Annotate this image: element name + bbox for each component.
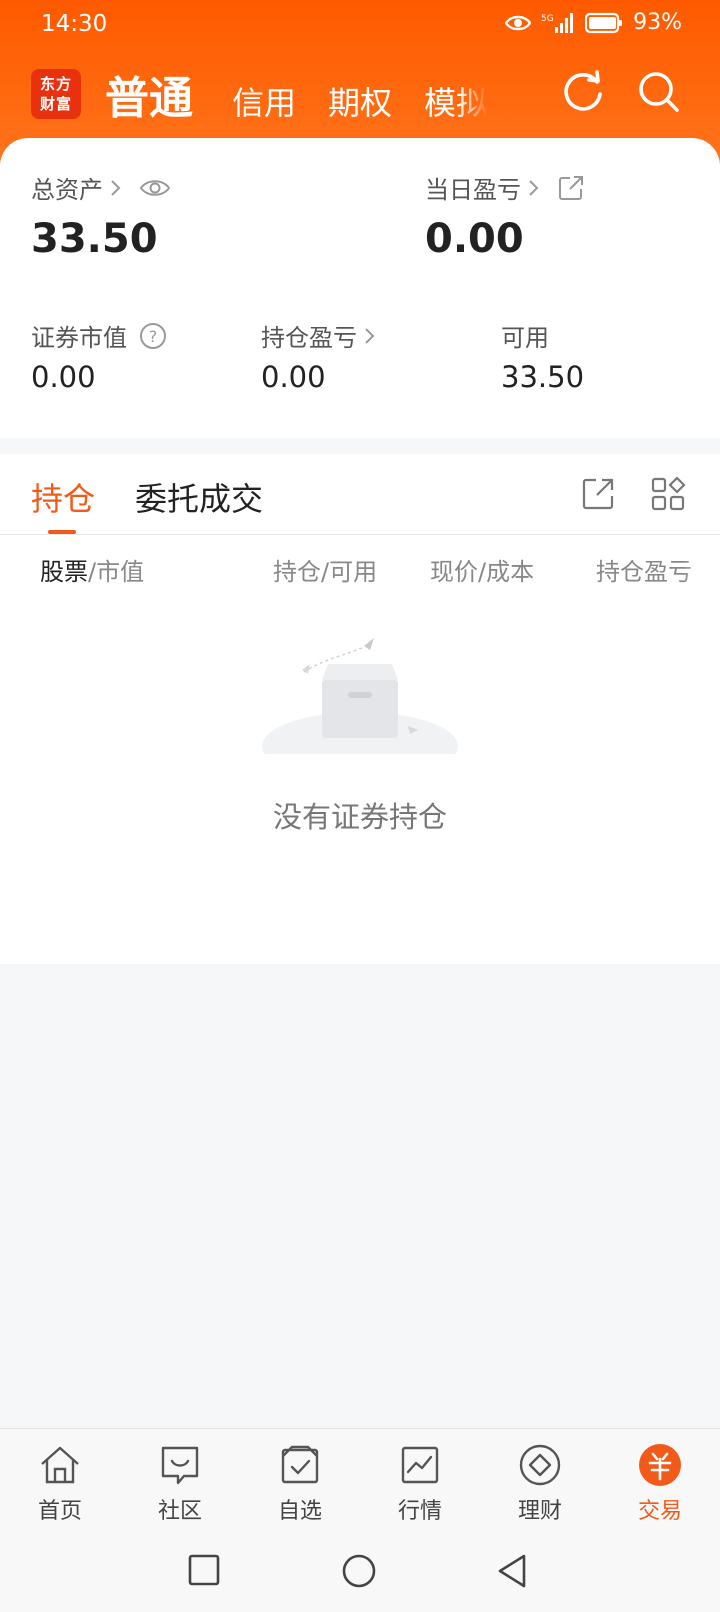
battery-icon	[585, 12, 623, 33]
market-value-label: 证券市值	[31, 324, 127, 352]
nav-community[interactable]: 社区	[130, 1443, 230, 1525]
position-pnl-label: 持仓盈亏	[261, 324, 357, 352]
logo-line1: 东方	[39, 75, 72, 93]
position-pnl-link[interactable]: 持仓盈亏	[261, 318, 377, 353]
tab-simulation[interactable]: 模拟	[424, 78, 488, 124]
system-navigation	[0, 1534, 720, 1612]
holdings-panel: 持仓 委托成交 股票/市值 持仓/可用 现价/成本 持仓盈亏 没有证券持仓	[0, 454, 720, 964]
empty-box-illustration	[262, 638, 458, 754]
share-external-icon[interactable]	[580, 476, 616, 512]
refresh-icon[interactable]	[559, 68, 607, 116]
nav-trade[interactable]: 交易	[610, 1443, 710, 1525]
battery-percent: 93%	[633, 10, 682, 35]
recents-icon[interactable]	[186, 1552, 224, 1590]
tab-orders-trades[interactable]: 委托成交	[135, 474, 263, 520]
account-summary-card: 总资产 33.50 当日盈亏 0.00 证券市值 ? 0.00 持仓盈亏 0.0…	[0, 138, 720, 438]
position-pnl-value: 0.00	[261, 360, 326, 394]
network-label: 5G	[541, 14, 554, 24]
back-icon[interactable]	[494, 1552, 532, 1590]
daily-pnl-link[interactable]: 当日盈亏	[425, 170, 585, 205]
svg-text:?: ?	[149, 327, 158, 346]
help-icon[interactable]: ?	[139, 322, 167, 350]
column-position-pnl[interactable]: 持仓盈亏	[596, 552, 720, 587]
nav-finance-label: 理财	[517, 1499, 562, 1524]
share-external-icon[interactable]	[557, 174, 585, 202]
daily-pnl-label: 当日盈亏	[425, 176, 521, 204]
logo-line2: 财富	[39, 95, 72, 113]
status-bar: 14:30 5G 93%	[0, 0, 720, 50]
nav-trade-label: 交易	[637, 1499, 682, 1524]
status-icons: 5G 93%	[505, 10, 682, 35]
status-time: 14:30	[41, 11, 108, 37]
tab-normal[interactable]: 普通	[105, 62, 193, 126]
column-stock[interactable]: 股票/市值	[40, 552, 144, 587]
search-icon[interactable]	[635, 68, 683, 116]
available-value: 33.50	[501, 360, 585, 394]
community-icon	[161, 1446, 199, 1485]
watchlist-icon	[281, 1445, 319, 1484]
tab-credit[interactable]: 信用	[232, 78, 296, 124]
nav-community-label: 社区	[157, 1499, 202, 1524]
signal-icon: 5G	[541, 12, 574, 33]
grid-apps-icon[interactable]	[650, 476, 686, 512]
account-type-nav: 东方 财富 普通 信用 期权 模拟	[0, 60, 720, 130]
nav-finance[interactable]: 理财	[490, 1443, 590, 1525]
finance-icon	[519, 1444, 561, 1486]
market-value-label-row: 证券市值 ?	[31, 318, 167, 353]
total-assets-value: 33.50	[31, 216, 158, 262]
nav-market[interactable]: 行情	[370, 1443, 470, 1525]
column-price[interactable]: 现价/成本	[430, 552, 534, 587]
tab-positions[interactable]: 持仓	[31, 474, 95, 520]
bottom-navigation: 首页 社区 自选 行情 理财 交易	[0, 1428, 720, 1534]
column-stock-label: 股票	[40, 558, 88, 586]
nav-home-label: 首页	[37, 1499, 82, 1524]
tab-options[interactable]: 期权	[328, 78, 392, 124]
nav-market-label: 行情	[397, 1499, 442, 1524]
empty-state-message: 没有证券持仓	[272, 800, 447, 834]
nav-watchlist[interactable]: 自选	[250, 1443, 350, 1525]
total-assets-label: 总资产	[31, 176, 103, 204]
tab-divider	[0, 534, 720, 535]
chevron-right-icon	[529, 179, 539, 196]
nav-home[interactable]: 首页	[10, 1443, 110, 1525]
nav-watchlist-label: 自选	[277, 1499, 322, 1524]
market-icon	[401, 1446, 439, 1484]
chevron-right-icon	[111, 179, 121, 196]
total-assets-link[interactable]: 总资产	[31, 170, 171, 205]
column-position[interactable]: 持仓/可用	[273, 552, 377, 587]
home-circle-icon[interactable]	[340, 1552, 378, 1590]
chevron-right-icon	[365, 327, 375, 344]
eye-icon	[505, 15, 532, 30]
home-icon	[41, 1446, 79, 1484]
daily-pnl-value: 0.00	[425, 216, 524, 262]
available-label: 可用	[501, 324, 549, 352]
column-stock-sub: /市值	[88, 558, 145, 586]
market-value: 0.00	[31, 360, 96, 394]
eye-icon[interactable]	[139, 177, 171, 199]
app-logo[interactable]: 东方 财富	[31, 69, 81, 119]
trade-icon	[639, 1444, 681, 1486]
